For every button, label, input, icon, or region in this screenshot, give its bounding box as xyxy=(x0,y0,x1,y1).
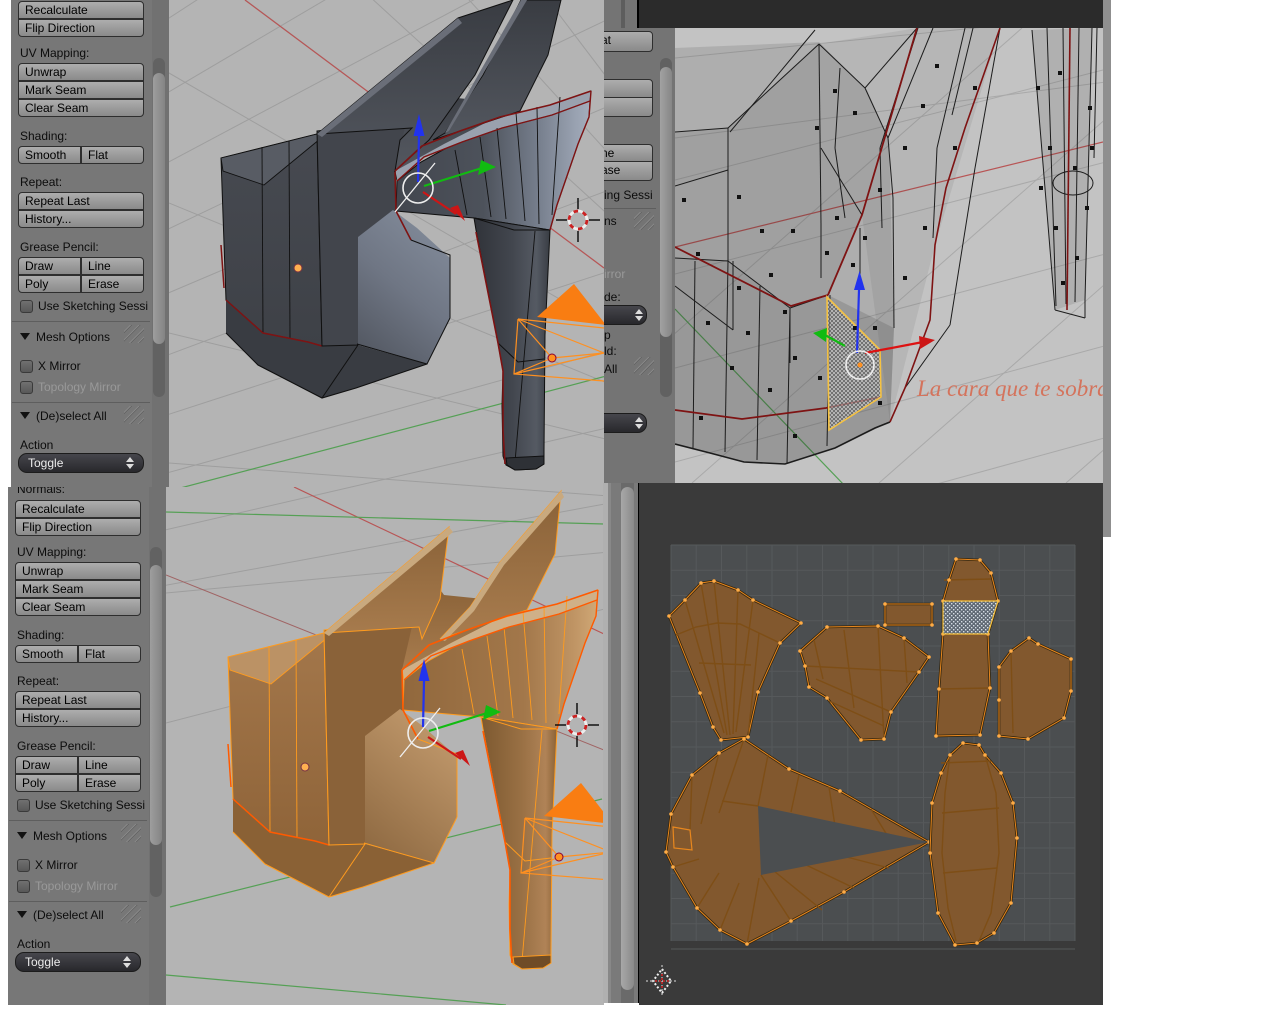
svg-text:La cara que te sobra: La cara que te sobra xyxy=(916,376,1103,401)
